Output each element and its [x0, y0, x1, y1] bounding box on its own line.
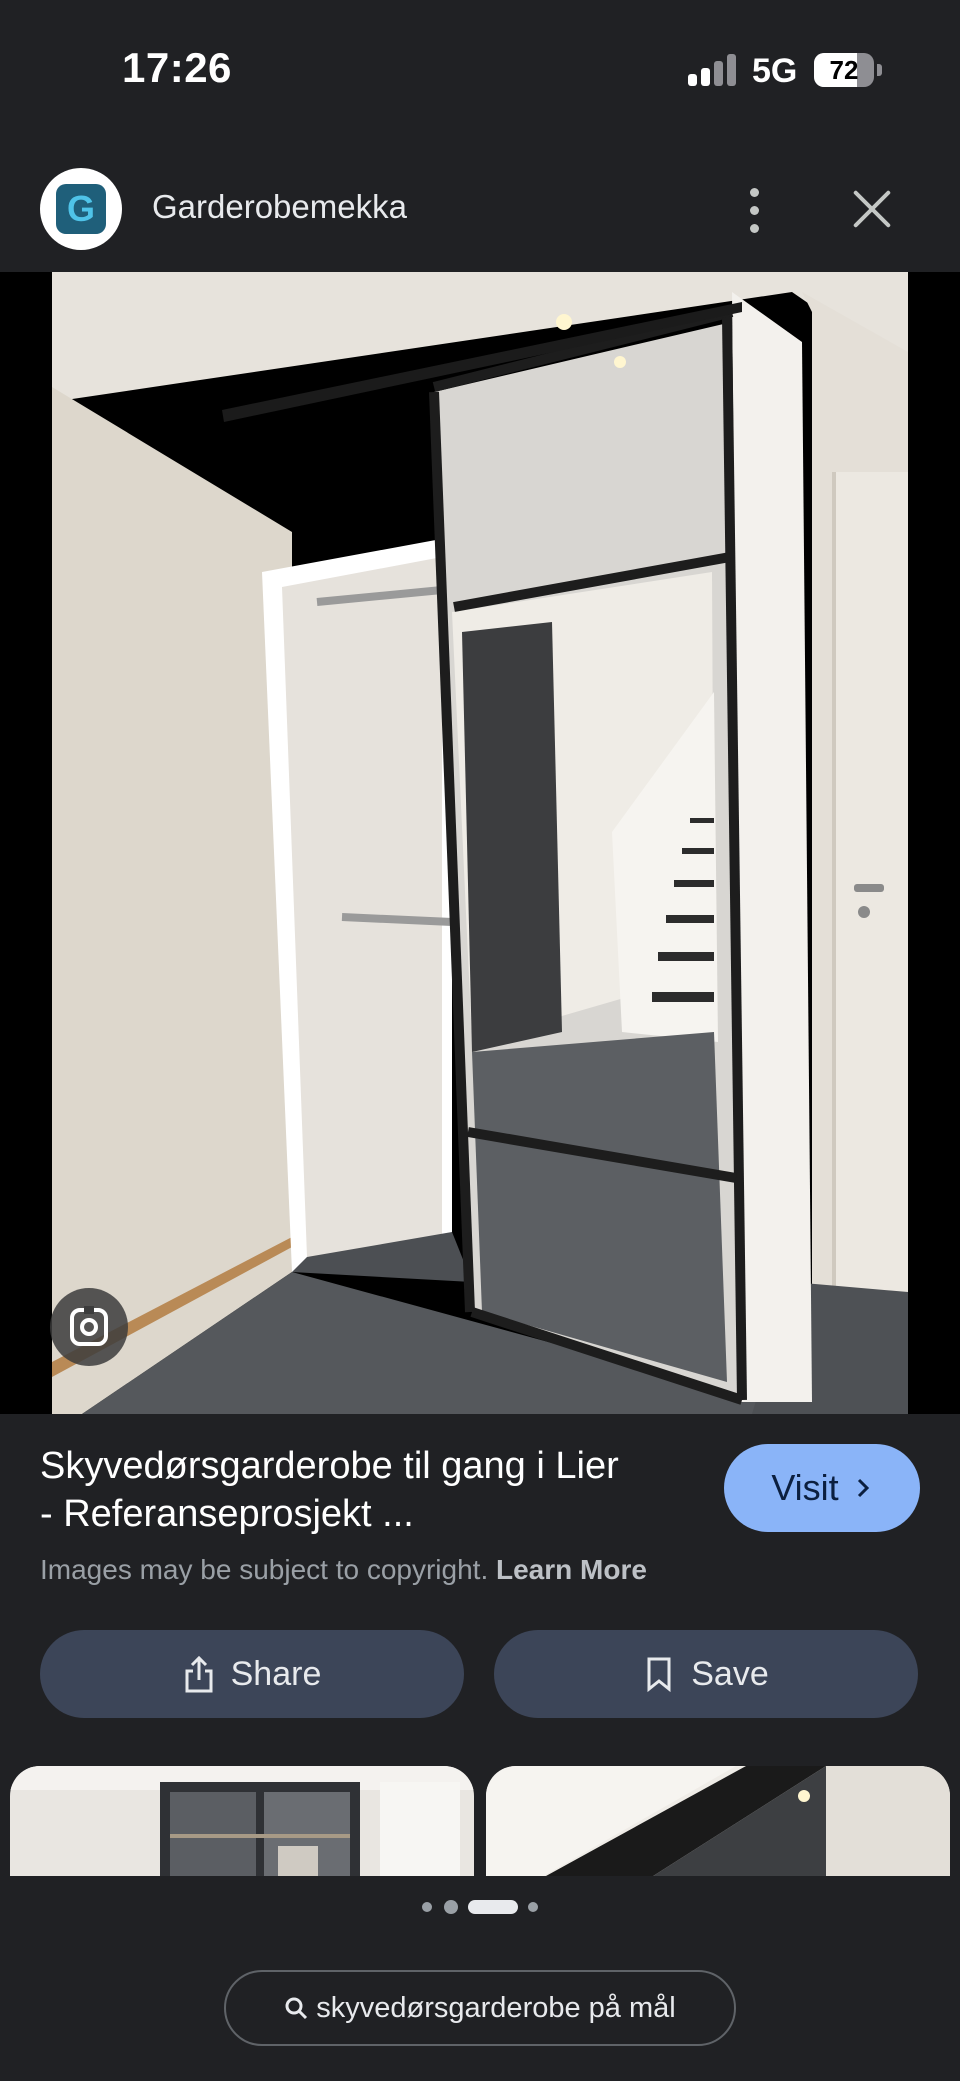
- status-time: 17:26: [122, 44, 232, 91]
- save-button[interactable]: Save: [494, 1630, 918, 1718]
- visit-button[interactable]: Visit: [724, 1444, 920, 1532]
- pagination-dots: [0, 1898, 960, 1918]
- visit-label: Visit: [771, 1467, 839, 1508]
- learn-more-link[interactable]: Learn More: [496, 1554, 647, 1585]
- favicon-letter: G: [56, 184, 106, 234]
- site-favicon[interactable]: G: [40, 168, 122, 250]
- pager-dot: [528, 1902, 538, 1912]
- lens-icon[interactable]: [50, 1288, 128, 1366]
- copyright-text: Images may be subject to copyright.: [40, 1554, 489, 1585]
- related-images: [0, 1766, 960, 1876]
- share-label: Share: [230, 1654, 322, 1693]
- image-viewer[interactable]: [0, 272, 960, 1414]
- more-vert-icon[interactable]: [738, 186, 772, 236]
- source-header: G Garderobemekka: [0, 160, 960, 260]
- main-image[interactable]: [52, 272, 908, 1414]
- result-title-line2: - Referanseprosjekt ...: [40, 1493, 414, 1535]
- battery-cap: [877, 64, 882, 76]
- chevron-right-icon: [857, 1478, 869, 1498]
- share-icon: [185, 1655, 213, 1693]
- pager-dot: [422, 1902, 432, 1912]
- battery-icon: 72: [814, 53, 874, 87]
- bookmark-icon: [647, 1657, 671, 1693]
- pager-dot-active: [468, 1900, 518, 1914]
- network-type: 5G: [752, 52, 798, 90]
- pager-dot: [444, 1900, 458, 1914]
- related-image-1[interactable]: [10, 1766, 474, 1876]
- share-button[interactable]: Share: [40, 1630, 464, 1718]
- battery-level: 72: [829, 55, 859, 85]
- related-image-2[interactable]: [486, 1766, 950, 1876]
- cellular-signal-icon: [688, 54, 740, 86]
- save-label: Save: [691, 1654, 769, 1693]
- source-name[interactable]: Garderobemekka: [152, 188, 407, 226]
- result-title[interactable]: Skyvedørsgarderobe til gang i Lier - Ref…: [40, 1442, 700, 1538]
- status-bar: 17:26 5G 72: [0, 0, 960, 140]
- search-chip-label: skyvedørsgarderobe på mål: [316, 1991, 676, 2024]
- close-icon[interactable]: [846, 184, 898, 236]
- result-title-line1: Skyvedørsgarderobe til gang i Lier: [40, 1445, 619, 1487]
- search-icon: [285, 1997, 308, 2020]
- related-search-chip[interactable]: skyvedørsgarderobe på mål: [224, 1970, 736, 2046]
- copyright-notice: Images may be subject to copyright. Lear…: [40, 1554, 647, 1586]
